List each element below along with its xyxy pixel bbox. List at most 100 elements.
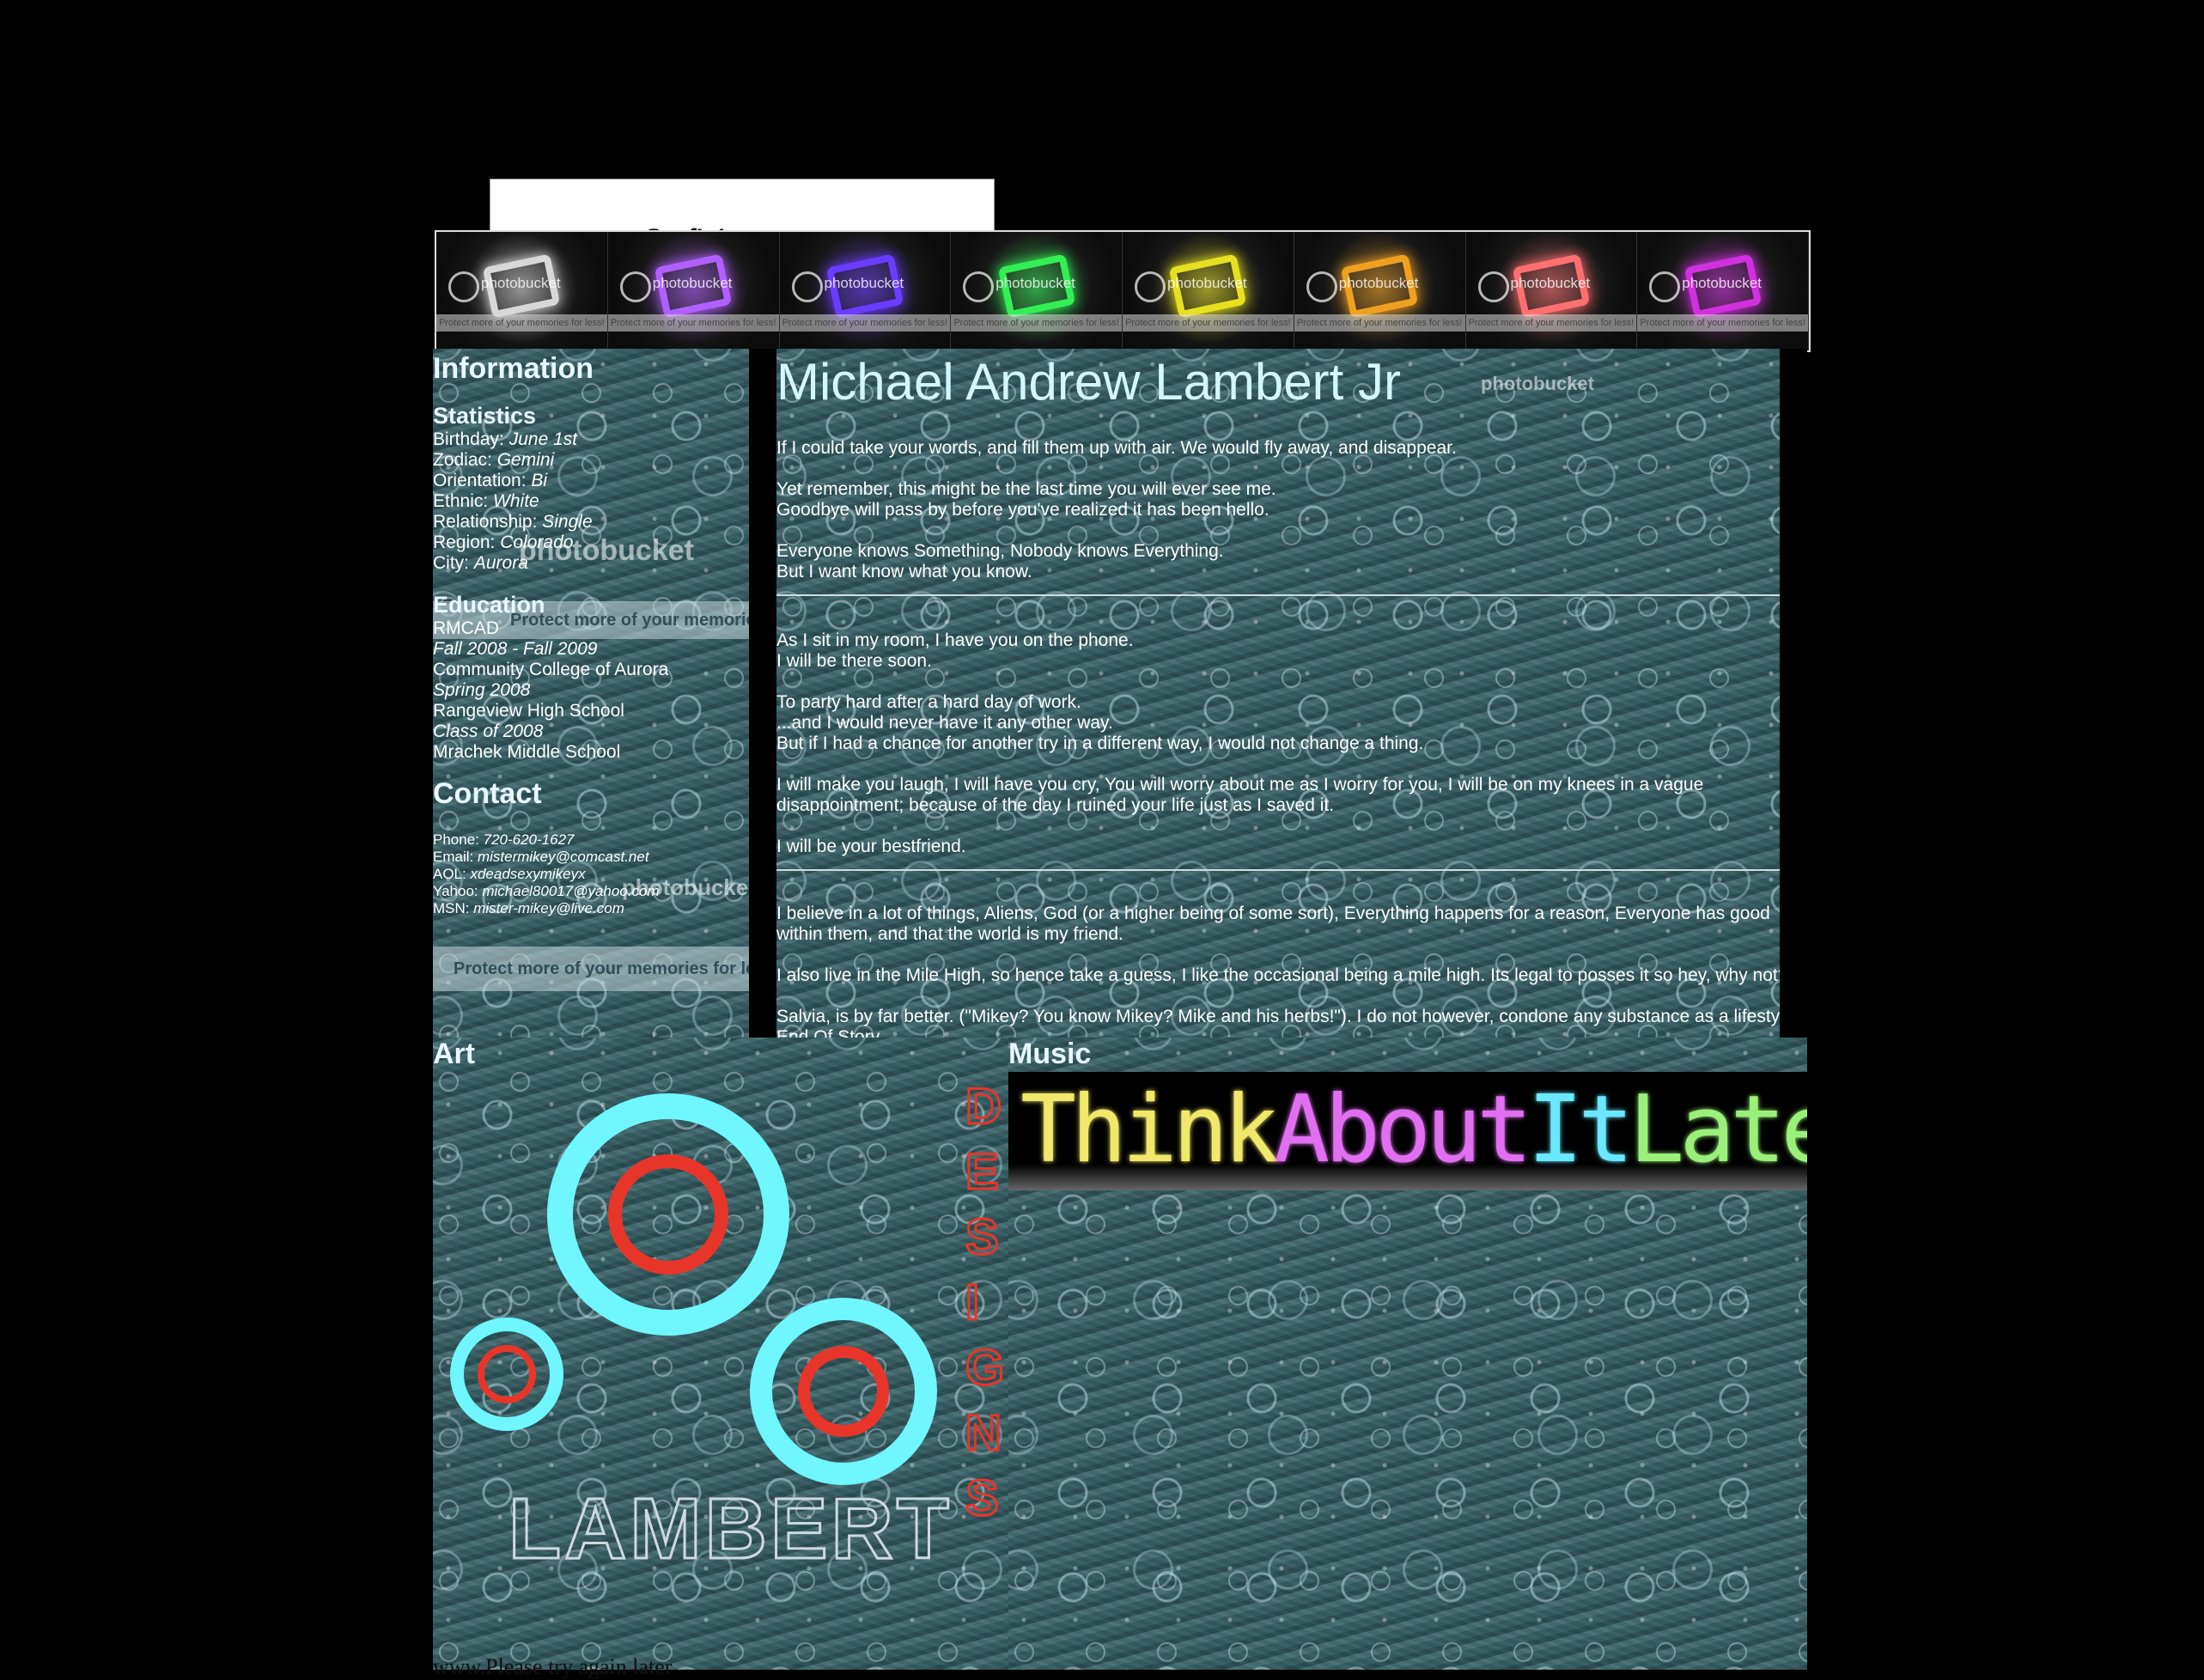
tile-watermark: photobucket [824, 275, 904, 291]
tile-watermark: photobucket [1682, 275, 1762, 291]
nav-tile-6[interactable]: photobucket Protect more of your memories… [1465, 232, 1638, 350]
tile-watermark: photobucket [652, 275, 733, 291]
nav-icon-banner: photobucket Protect more of your memories… [435, 230, 1811, 352]
photobucket-logo-icon [791, 271, 823, 302]
footer-text: www.Please try again later [433, 1654, 673, 1679]
nav-tile-4[interactable]: photobucket Protect more of your memories… [1123, 232, 1294, 350]
nav-tile-0[interactable]: photobucket Protect more of your memories… [436, 232, 608, 350]
statistic-label: Region: [433, 533, 501, 552]
information-panel: Information Statistics Birthday: June 1s… [433, 349, 749, 1038]
contact-row: MSN: mister-mikey@live.com [433, 900, 749, 917]
statistics-heading: Statistics [433, 403, 537, 429]
paragraph-7: To party hard after a hard day of work. [776, 692, 1081, 712]
education-dates-text: Class of 2008 [433, 721, 544, 741]
paragraph-13: I also live in the Mile High, so hence t… [776, 965, 1788, 985]
statistic-value: June 1st [508, 429, 578, 449]
music-banner: ThinkAboutItLater [1008, 1072, 1807, 1190]
paragraph-14: Salvia, is by far better. ("Mikey? You k… [776, 1007, 1799, 1038]
statistic-label: Orientation: [433, 471, 532, 490]
paragraph-11: I will be your bestfriend. [776, 837, 966, 856]
education-dates: Spring 2008 [433, 680, 749, 701]
contact-value[interactable]: mistermikey@comcast.net [478, 849, 649, 865]
photobucket-logo-icon [619, 271, 651, 302]
photobucket-watermark-2: photobucket [622, 874, 749, 900]
nav-tile-2[interactable]: photobucket Protect more of your memories… [779, 232, 952, 350]
profile-name-title: Michael Andrew Lambert Jr [776, 353, 1401, 411]
main-right-border [1780, 349, 1807, 1038]
contact-label: Yahoo: [433, 883, 483, 899]
tile-protect-strip: Protect more of your memories for less! [1123, 314, 1294, 332]
paragraph-1: Yet remember, this might be the last tim… [776, 479, 1276, 499]
photobucket-logo-icon [1135, 271, 1166, 302]
paragraph-4: But I want know what you know. [776, 562, 1032, 581]
sidebar-divider [749, 349, 776, 1038]
statistic-value: White [493, 491, 539, 511]
contact-value[interactable]: mister-mikey@live.com [473, 900, 624, 916]
information-heading: Information [433, 352, 594, 385]
education-dates: Fall 2008 - Fall 2009 [433, 639, 749, 660]
paragraph-5: As I sit in my room, I have you on the p… [776, 630, 1134, 650]
logo-vertical-letter: G [965, 1340, 1004, 1396]
tile-watermark: photobucket [1338, 275, 1419, 291]
tile-protect-strip: Protect more of your memories for less! [779, 314, 951, 332]
paragraph-2: Goodbye will pass by before you've reali… [776, 500, 1269, 520]
contact-label: Phone: [433, 831, 484, 848]
music-banner-text: ThinkAboutItLater [1020, 1079, 1807, 1182]
photobucket-logo-icon [1649, 271, 1681, 302]
tile-protect-strip: Protect more of your memories for less! [1637, 314, 1808, 332]
education-school: Rangeview High School [433, 701, 624, 721]
nav-tile-3[interactable]: photobucket Protect more of your memories… [951, 232, 1123, 350]
paragraph-3: Everyone knows Something, Nobody knows E… [776, 541, 1224, 561]
statistic-label: Relationship: [433, 512, 543, 532]
education-school: Community College of Aurora [433, 660, 669, 679]
photobucket-logo-icon [963, 271, 995, 302]
about-watermark: photobucket [1481, 373, 1594, 394]
contact-value[interactable]: 720-620-1627 [484, 831, 575, 848]
paragraph-10: I will make you laugh, I will have you c… [776, 775, 1704, 815]
contact-row: Phone: 720-620-1627 [433, 831, 749, 849]
photobucket-logo-icon [448, 271, 479, 302]
contact-heading: Contact [433, 777, 542, 810]
lambert-designs-logo: LAMBERT DESIGNS [450, 1078, 1006, 1579]
divider-1 [776, 594, 1807, 596]
logo-vertical-letter: I [965, 1275, 979, 1330]
tile-watermark: photobucket [995, 275, 1075, 291]
tile-protect-strip: Protect more of your memories for less! [951, 314, 1122, 332]
paragraph-8: ...and I would never have it any other w… [776, 713, 1113, 733]
photobucket-logo-icon [1477, 271, 1509, 302]
top-tab-box: Surf'n' .... [490, 179, 995, 234]
statistic-row: Zodiac: Gemini [433, 450, 749, 471]
statistic-label: Birthday: [433, 429, 509, 449]
music-banner-word: Later [1629, 1076, 1807, 1184]
contact-label: MSN: [433, 900, 474, 916]
art-panel: Art LAMBERT DESIGNS [433, 1038, 1008, 1670]
statistic-value: Bi [531, 471, 548, 490]
logo-vertical-letter: S [965, 1209, 999, 1265]
education-dates-text: Fall 2008 - Fall 2009 [433, 639, 598, 659]
tile-protect-strip: Protect more of your memories for less! [607, 314, 779, 332]
tile-watermark: photobucket [1510, 275, 1591, 291]
tile-protect-strip: Protect more of your memories for less! [1294, 314, 1465, 332]
protect-strip-2: Protect more of your memories for less! [433, 947, 749, 991]
music-banner-word: Think [1020, 1076, 1279, 1184]
tile-protect-strip: Protect more of your memories for less! [1465, 314, 1637, 332]
statistic-row: Ethnic: White [433, 491, 749, 512]
statistic-row: Birthday: June 1st [433, 429, 749, 450]
education-heading: Education [433, 592, 545, 618]
education-school: Mrachek Middle School [433, 742, 621, 762]
paragraph-12: I believe in a lot of things, Aliens, Go… [776, 904, 1770, 944]
divider-2 [776, 869, 1807, 871]
logo-vertical-letter: S [965, 1470, 999, 1526]
logo-word: LAMBERT [508, 1481, 953, 1577]
contact-value[interactable]: xdeadsexymikeyx [470, 866, 585, 882]
nav-tile-7[interactable]: photobucket Protect more of your memories… [1637, 232, 1809, 350]
nav-tile-5[interactable]: photobucket Protect more of your memories… [1294, 232, 1466, 350]
photobucket-watermark: photobucket [519, 534, 694, 567]
about-panel: Michael Andrew Lambert Jr photobucket If… [776, 349, 1807, 1038]
logo-vertical-letter: N [965, 1405, 1002, 1461]
statistic-value: Single [542, 512, 593, 532]
paragraph-6: I will be there soon. [776, 651, 932, 671]
statistic-label: Ethnic: [433, 491, 494, 511]
music-banner-word: It [1527, 1076, 1634, 1184]
nav-tile-1[interactable]: photobucket Protect more of your memories… [607, 232, 780, 350]
